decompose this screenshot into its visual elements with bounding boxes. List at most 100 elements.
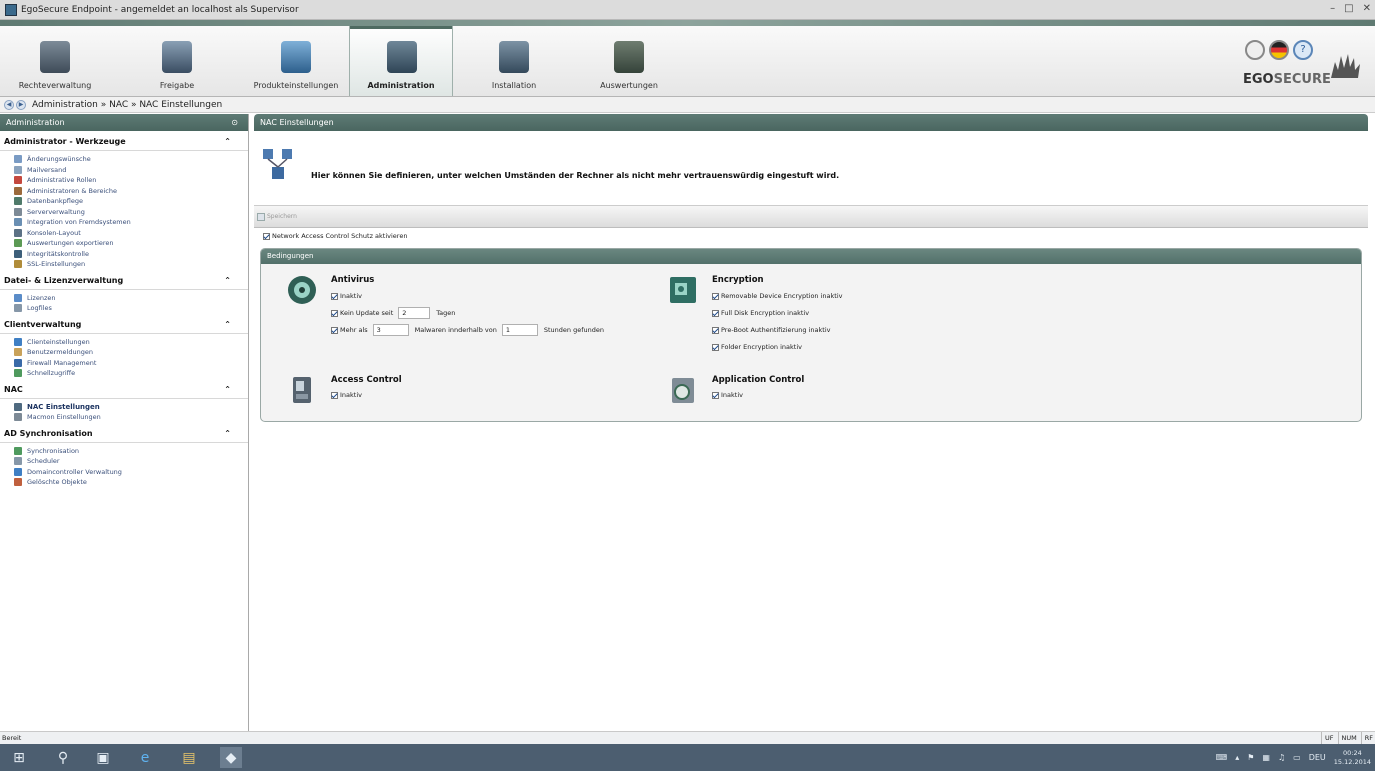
- integrity-icon: [14, 249, 22, 258]
- group-client[interactable]: Clientverwaltung ⌃: [0, 320, 248, 334]
- volume-icon[interactable]: ♫: [1278, 753, 1285, 762]
- checkbox[interactable]: [712, 391, 719, 399]
- breadcrumb-text[interactable]: Administration » NAC » NAC Einstellungen: [32, 100, 222, 110]
- tab-rechteverwaltung[interactable]: Rechteverwaltung: [3, 26, 107, 96]
- sidebar-item[interactable]: Macmon Einstellungen: [0, 412, 248, 423]
- malware-count-input[interactable]: 3: [372, 324, 409, 336]
- sidebar-item[interactable]: Auswertungen exportieren: [0, 238, 248, 249]
- nac-toggle[interactable]: Network Access Control Schutz aktivieren: [263, 232, 407, 240]
- antivirus-inaktiv-option[interactable]: Inaktiv: [331, 292, 362, 300]
- antivirus-malware-option[interactable]: Mehr als 3 Malwaren innderhalb von 1 Stu…: [331, 324, 604, 336]
- group-nac[interactable]: NAC ⌃: [0, 385, 248, 399]
- checkbox[interactable]: [712, 326, 719, 334]
- tab-freigabe[interactable]: Freigabe: [125, 26, 229, 96]
- sidebar-item[interactable]: Konsolen-Layout: [0, 228, 248, 239]
- shortcut-icon: [14, 369, 22, 378]
- access-control-inaktiv-option[interactable]: Inaktiv: [331, 391, 362, 399]
- internet-explorer-icon[interactable]: e: [134, 747, 156, 768]
- window-title: EgoSecure Endpoint - angemeldet an local…: [21, 4, 299, 15]
- tab-auswertungen[interactable]: Auswertungen: [577, 26, 681, 96]
- antivirus-update-option[interactable]: Kein Update seit 2 Tagen: [331, 307, 455, 319]
- minimize-button[interactable]: –: [1330, 3, 1335, 14]
- language-flag-icon[interactable]: [1269, 40, 1289, 60]
- collapse-icon[interactable]: ⌃: [224, 276, 231, 285]
- encryption-option[interactable]: Pre-Boot Authentifizierung inaktiv: [712, 326, 830, 334]
- close-button[interactable]: ✕: [1363, 3, 1371, 14]
- sidebar-item[interactable]: Serververwaltung: [0, 207, 248, 218]
- tab-produkteinstellungen[interactable]: Produkteinstellungen: [244, 26, 348, 96]
- search-icon[interactable]: ⚲: [52, 747, 74, 768]
- sidebar-item[interactable]: SSL-Einstellungen: [0, 259, 248, 270]
- tray-expand-icon[interactable]: ▴: [1235, 753, 1239, 762]
- encryption-option[interactable]: Removable Device Encryption inaktiv: [712, 292, 843, 300]
- clock-time: 00:24: [1343, 748, 1362, 757]
- checkbox[interactable]: [331, 326, 338, 334]
- nac-checkbox[interactable]: [263, 232, 270, 240]
- sidebar-item[interactable]: Benutzermeldungen: [0, 347, 248, 358]
- start-icon[interactable]: ⊞: [8, 747, 30, 768]
- update-days-input[interactable]: 2: [398, 307, 431, 319]
- checkbox[interactable]: [331, 391, 338, 399]
- sidebar-item[interactable]: Firewall Management: [0, 358, 248, 369]
- tab-label: Installation: [491, 81, 537, 90]
- checkbox[interactable]: [331, 292, 338, 300]
- sidebar-item-nac-settings[interactable]: NAC Einstellungen: [0, 402, 248, 413]
- sidebar-item[interactable]: Synchronisation: [0, 446, 248, 457]
- checkbox[interactable]: [331, 309, 338, 317]
- back-button[interactable]: ◀: [4, 99, 14, 110]
- language-indicator[interactable]: DEU: [1309, 753, 1326, 762]
- sidebar-item[interactable]: Gelöschte Objekte: [0, 477, 248, 488]
- group-ad-sync[interactable]: AD Synchronisation ⌃: [0, 429, 248, 443]
- flag-icon[interactable]: ⚑: [1247, 753, 1254, 762]
- client-settings-icon: [14, 337, 22, 346]
- deleted-objects-icon: [14, 478, 22, 487]
- tab-administration[interactable]: Administration: [349, 26, 453, 96]
- collapse-icon[interactable]: ⌃: [224, 385, 231, 394]
- sidebar-item[interactable]: Datenbankpflege: [0, 196, 248, 207]
- app-icon: [5, 3, 17, 16]
- restore-button[interactable]: □: [1344, 3, 1353, 14]
- sidebar-item[interactable]: Integritätskontrolle: [0, 249, 248, 260]
- input-method-icon[interactable]: ▭: [1293, 753, 1301, 762]
- hours-input[interactable]: 1: [501, 324, 538, 336]
- sidebar-item[interactable]: Scheduler: [0, 456, 248, 467]
- user-message-icon: [14, 348, 22, 357]
- help-icon[interactable]: ?: [1293, 40, 1313, 60]
- firewall-icon: [14, 358, 22, 367]
- tab-label: Produkteinstellungen: [253, 81, 339, 90]
- nac-toggle-label: Network Access Control Schutz aktivieren: [272, 232, 408, 240]
- forward-button[interactable]: ▶: [16, 99, 26, 110]
- file-explorer-icon[interactable]: ▤: [178, 747, 200, 768]
- encryption-option[interactable]: Folder Encryption inaktiv: [712, 343, 802, 351]
- collapse-icon[interactable]: ⌃: [224, 137, 231, 146]
- encryption-option[interactable]: Full Disk Encryption inaktiv: [712, 309, 809, 317]
- application-control-inaktiv-option[interactable]: Inaktiv: [712, 391, 743, 399]
- tab-installation[interactable]: Installation: [462, 26, 566, 96]
- collapse-icon[interactable]: ⌃: [224, 320, 231, 329]
- egosecure-task-icon[interactable]: ◆: [220, 747, 242, 768]
- checkbox[interactable]: [712, 292, 719, 300]
- pin-icon[interactable]: ⊙: [231, 114, 238, 131]
- group-file-license[interactable]: Datei- & Lizenzverwaltung ⌃: [0, 276, 248, 290]
- network-tray-icon[interactable]: ▦: [1262, 753, 1270, 762]
- sidebar-item[interactable]: Schnellzugriffe: [0, 368, 248, 379]
- sidebar-item[interactable]: Clienteinstellungen: [0, 337, 248, 348]
- sidebar-item[interactable]: Logfiles: [0, 303, 248, 314]
- sidebar-item[interactable]: Domaincontroller Verwaltung: [0, 467, 248, 478]
- sidebar-item[interactable]: Mailversand: [0, 165, 248, 176]
- keyboard-icon[interactable]: ⌨: [1216, 753, 1228, 762]
- lock-icon[interactable]: [1245, 40, 1265, 60]
- sidebar-item[interactable]: Lizenzen: [0, 293, 248, 304]
- checkbox[interactable]: [712, 343, 719, 351]
- save-button[interactable]: Speichern: [267, 213, 297, 220]
- desktop-icon[interactable]: ▣: [92, 747, 114, 768]
- sidebar-item[interactable]: Integration von Fremdsystemen: [0, 217, 248, 228]
- collapse-icon[interactable]: ⌃: [224, 429, 231, 438]
- group-admin-tools[interactable]: Administrator - Werkzeuge ⌃: [0, 137, 248, 151]
- hedgehog-icon: [1331, 54, 1360, 78]
- sidebar-item[interactable]: Änderungswünsche: [0, 154, 248, 165]
- clock[interactable]: 00:24 15.12.2014: [1334, 749, 1371, 767]
- checkbox[interactable]: [712, 309, 719, 317]
- sidebar-item[interactable]: Administrative Rollen: [0, 175, 248, 186]
- sidebar-item[interactable]: Administratoren & Bereiche: [0, 186, 248, 197]
